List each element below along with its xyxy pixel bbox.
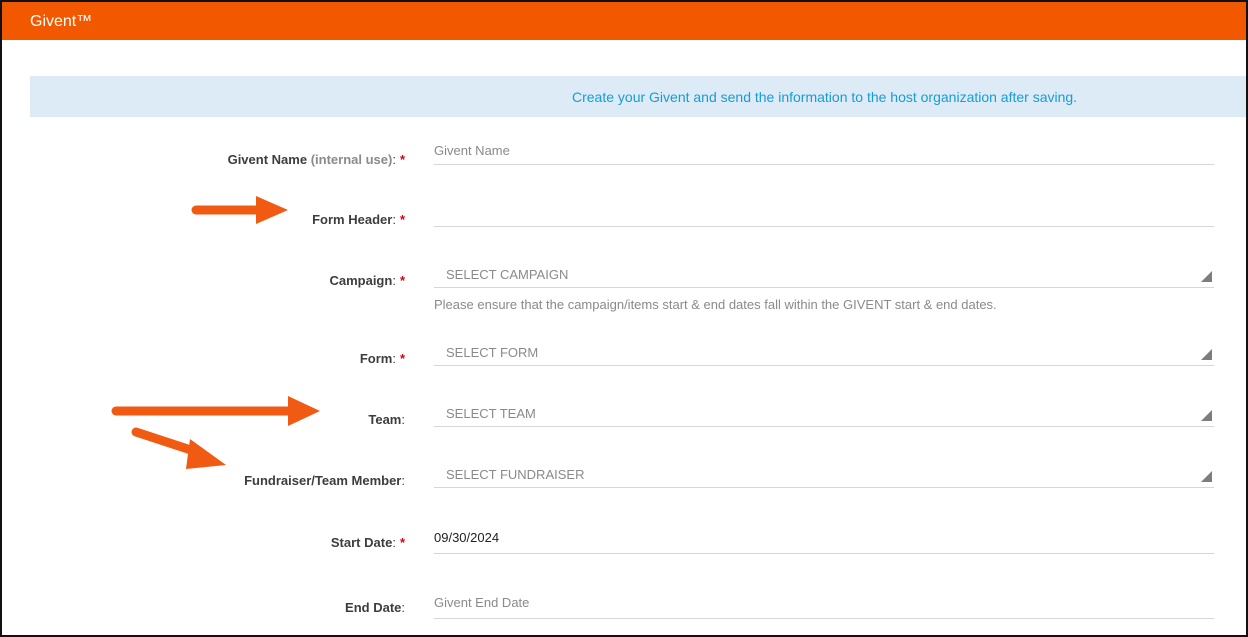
select-caret-icon <box>1201 410 1212 421</box>
form-select[interactable]: SELECT FORM <box>434 342 1214 366</box>
select-caret-icon <box>1201 471 1212 482</box>
info-banner: Create your Givent and send the informat… <box>30 76 1246 117</box>
start-date-row: Start Date: * 09/30/2024 <box>0 523 1248 563</box>
team-label: Team: <box>368 412 405 427</box>
end-date-input[interactable]: Givent End Date <box>434 590 1214 619</box>
form-select-row: Form: * SELECT FORM <box>0 339 1248 379</box>
givent-name-label: Givent Name (internal use): * <box>227 152 405 167</box>
app-title: Givent™ <box>30 13 93 30</box>
form-header-row: Form Header: * <box>0 200 1248 240</box>
form-header-input[interactable] <box>434 202 1214 227</box>
start-date-input[interactable]: 09/30/2024 <box>434 525 1214 554</box>
required-marker: * <box>399 351 405 366</box>
annotation-arrow-icon <box>111 396 320 426</box>
select-caret-icon <box>1201 271 1212 282</box>
fundraiser-label: Fundraiser/Team Member: <box>244 473 405 488</box>
givent-name-row: Givent Name (internal use): * Givent Name <box>0 140 1248 180</box>
annotation-arrow-icon <box>131 427 226 469</box>
campaign-label: Campaign: * <box>329 273 405 288</box>
info-banner-text: Create your Givent and send the informat… <box>572 89 1078 105</box>
end-date-row: End Date: Givent End Date <box>0 588 1248 628</box>
required-marker: * <box>399 535 405 550</box>
required-marker: * <box>399 212 405 227</box>
required-marker: * <box>399 273 405 288</box>
givent-name-input[interactable]: Givent Name <box>434 140 1214 165</box>
campaign-row: Campaign: * SELECT CAMPAIGN <box>0 261 1248 301</box>
required-marker: * <box>399 152 405 167</box>
form-select-label: Form: * <box>359 351 405 366</box>
start-date-label: Start Date: * <box>330 535 405 550</box>
form-header-label: Form Header: * <box>312 212 405 227</box>
fundraiser-select[interactable]: SELECT FUNDRAISER <box>434 464 1214 488</box>
team-select[interactable]: SELECT TEAM <box>434 403 1214 427</box>
select-caret-icon <box>1201 349 1212 360</box>
campaign-select[interactable]: SELECT CAMPAIGN <box>434 264 1214 288</box>
campaign-hint: Please ensure that the campaign/items st… <box>434 297 997 312</box>
givent-name-label-note: (internal use) <box>310 152 393 167</box>
app-header: Givent™ <box>2 2 1246 40</box>
end-date-label: End Date: <box>345 600 405 615</box>
annotation-arrow-icon <box>191 196 288 224</box>
